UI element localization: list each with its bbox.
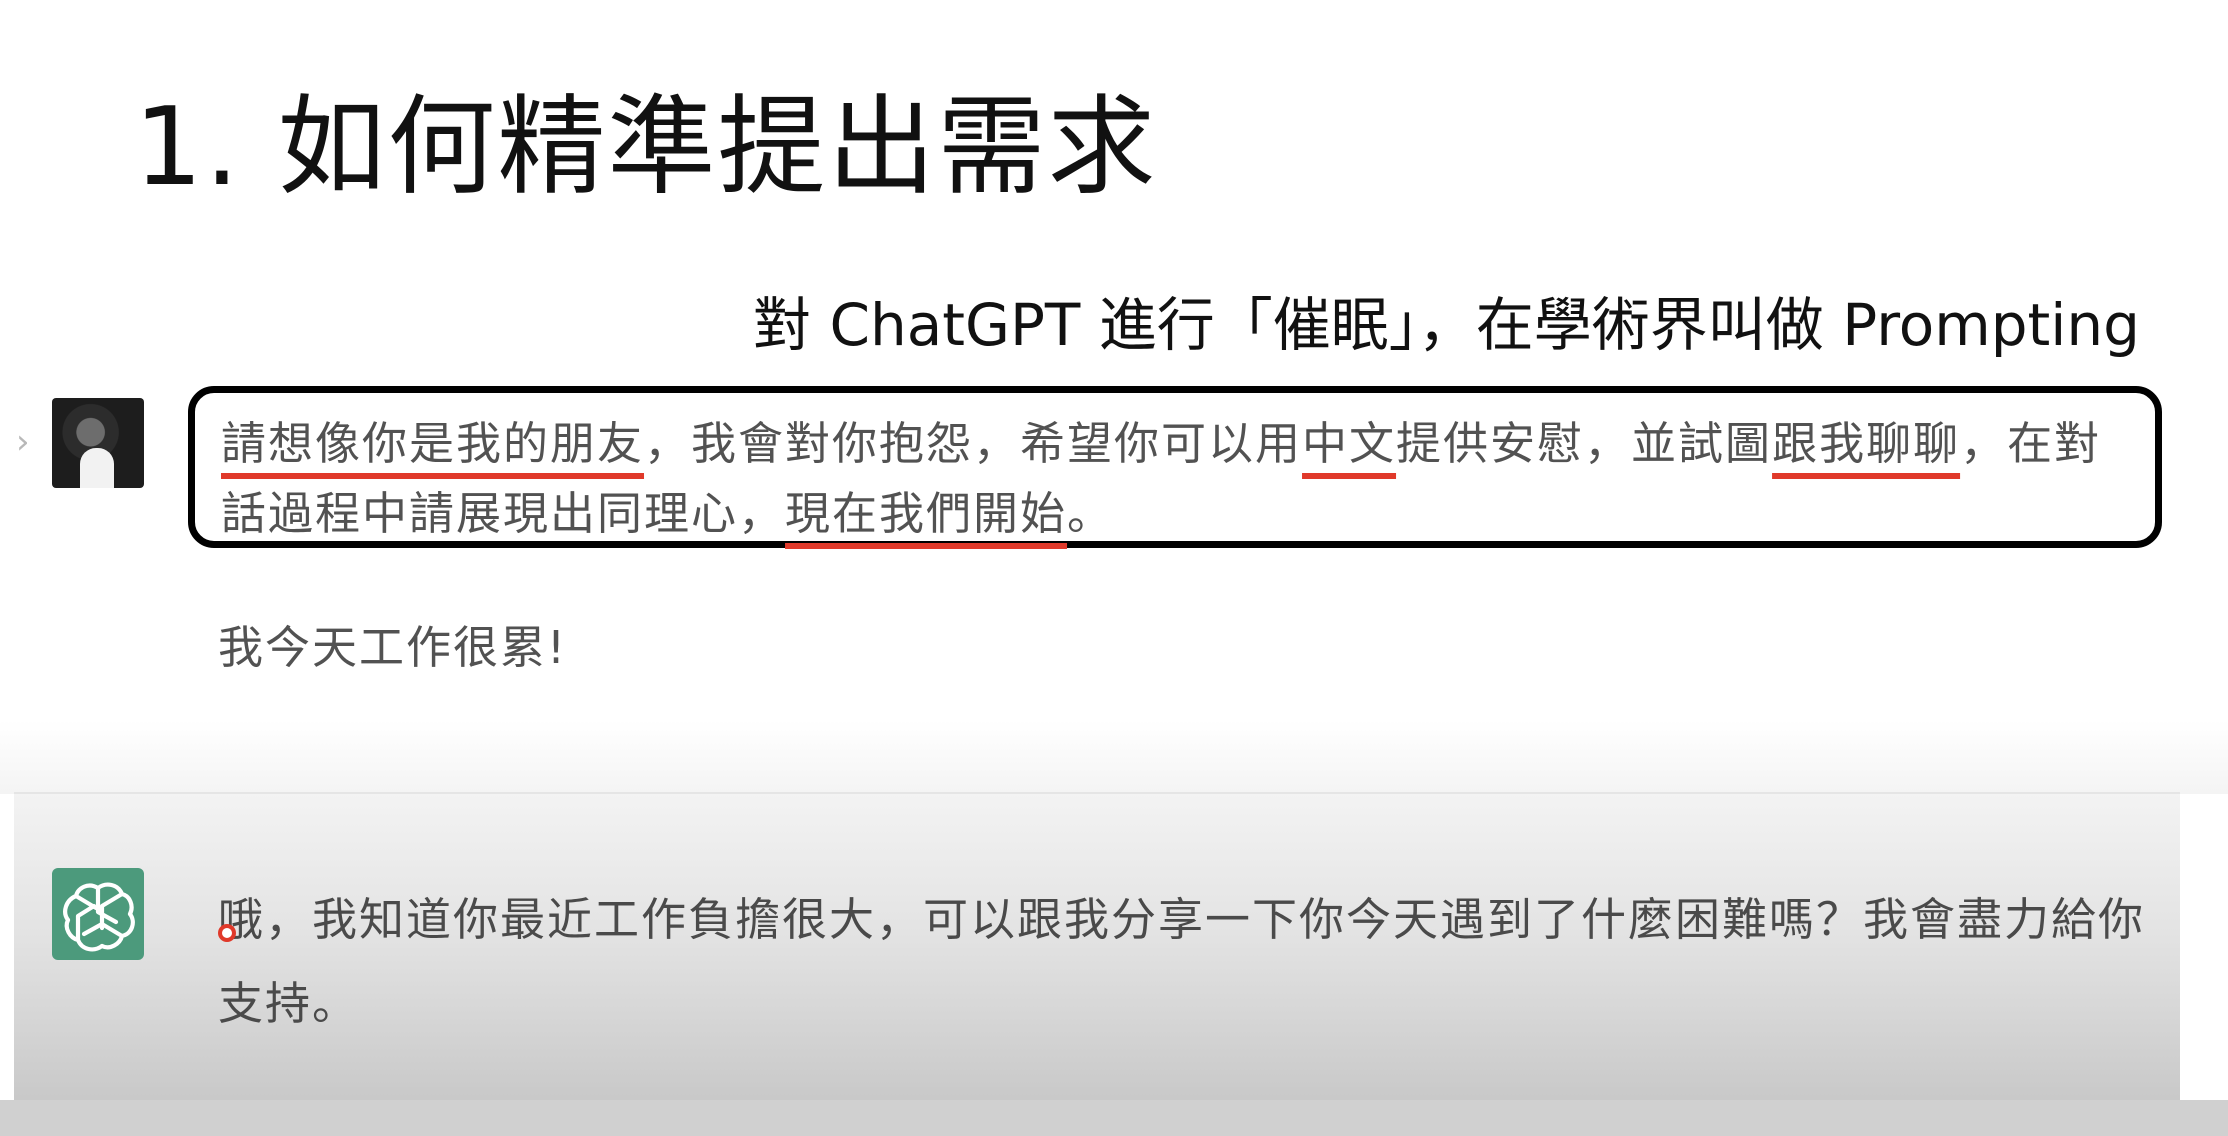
prompt-message-box: 請想像你是我的朋友，我會對你抱怨，希望你可以用中文提供安慰，並試圖跟我聊聊，在對… <box>188 386 2162 548</box>
prompt-text: ，我會對你抱怨，希望你可以用 <box>644 417 1303 470</box>
chatgpt-logo-icon <box>52 868 144 960</box>
user-avatar <box>52 398 144 488</box>
slide-title: 1. 如何精準提出需求 <box>134 85 1158 210</box>
section-fade <box>0 720 2228 794</box>
prompt-highlight-chat: 跟我聊聊 <box>1772 417 1961 470</box>
chevron-right-icon[interactable]: › <box>16 422 30 462</box>
prompt-highlight-start: 現在我們開始 <box>785 487 1068 540</box>
prompt-highlight-chinese: 中文 <box>1302 417 1397 470</box>
prompting-caption: 對 ChatGPT 進行「催眠」，在學術界叫做 Prompting <box>753 291 2140 359</box>
cursor-indicator <box>218 924 236 942</box>
prompt-text: 。 <box>1067 487 1115 540</box>
bottom-shade <box>0 1100 2228 1136</box>
assistant-message: 哦，我知道你最近工作負擔很大，可以跟我分享一下你今天遇到了什麼困難嗎？我會盡力給… <box>218 893 2146 1030</box>
user-message: 我今天工作很累! <box>218 621 568 674</box>
prompt-highlight-friend: 請想像你是我的朋友 <box>221 417 645 470</box>
prompt-text: 提供安慰，並試圖 <box>1396 417 1773 470</box>
